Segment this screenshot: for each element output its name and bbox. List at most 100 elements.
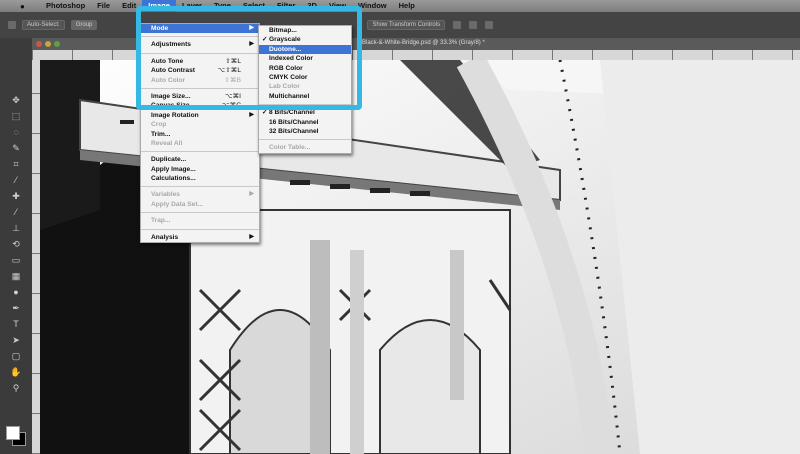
menu-item-label: Analysis (151, 233, 179, 241)
zoom-window-icon[interactable] (54, 41, 60, 47)
hand-tool-icon[interactable]: ✋ (10, 366, 22, 378)
marquee-tool-icon[interactable]: ⬚ (10, 110, 22, 122)
menu-item-auto-contrast[interactable]: Auto Contrast ⌥⇧⌘L (141, 66, 259, 75)
history-brush-tool-icon[interactable]: ⟲ (10, 238, 22, 250)
menu-layer[interactable]: Layer (176, 0, 208, 12)
menu-item-mode[interactable]: Mode ▶ (141, 24, 259, 34)
menu-view[interactable]: View (323, 0, 352, 12)
menu-item-label: Apply Image... (151, 165, 196, 173)
menu-item-16-bits-channel[interactable]: 16 Bits/Channel (259, 118, 351, 127)
menu-image[interactable]: Image (142, 0, 176, 12)
dodge-tool-icon[interactable]: ● (10, 286, 22, 298)
menu-item-crop: Crop (141, 120, 259, 129)
quick-select-tool-icon[interactable]: ✎ (10, 142, 22, 154)
menu-item-analysis[interactable]: Analysis ▶ (141, 233, 259, 242)
menu-separator (141, 151, 259, 153)
menu-item-label: Duotone... (269, 45, 302, 53)
shortcut-label: ⇧⌘B (224, 76, 241, 84)
menu-item-duotone[interactable]: Duotone... (259, 44, 351, 55)
menu-window[interactable]: Window (352, 0, 393, 12)
menu-item-label: Adjustments (151, 41, 191, 49)
menu-separator (259, 104, 351, 106)
menu-item-cmyk-color[interactable]: CMYK Color (259, 73, 351, 82)
transform-controls-checkbox[interactable]: Show Transform Controls (367, 20, 446, 30)
menu-item-label: Image Size... (151, 92, 191, 100)
type-tool-icon[interactable]: T (10, 318, 22, 330)
menu-3d[interactable]: 3D (301, 0, 323, 12)
menu-item-label: Canvas Size... (151, 102, 195, 110)
zoom-tool-icon[interactable]: ⚲ (10, 382, 22, 394)
foreground-color-swatch[interactable] (6, 426, 20, 440)
menu-bar: ● Photoshop File Edit Image Layer Type S… (0, 0, 800, 12)
options-bar: Auto-Select: Group Show Transform Contro… (0, 12, 800, 39)
menu-filter[interactable]: Filter (271, 0, 301, 12)
menu-item-duplicate[interactable]: Duplicate... (141, 155, 259, 164)
stamp-tool-icon[interactable]: ⊥ (10, 222, 22, 234)
menu-item-indexed-color[interactable]: Indexed Color (259, 54, 351, 63)
menu-item-label: Multichannel (269, 92, 310, 100)
menu-item-rgb-color[interactable]: RGB Color (259, 64, 351, 73)
menu-item-image-size[interactable]: Image Size... ⌥⌘I (141, 92, 259, 101)
menu-item-label: RGB Color (269, 64, 303, 72)
menu-type[interactable]: Type (208, 0, 237, 12)
menu-photoshop[interactable]: Photoshop (40, 0, 91, 12)
menu-item-trim[interactable]: Trim... (141, 130, 259, 139)
menu-item-label: CMYK Color (269, 73, 308, 81)
menu-item-label: Crop (151, 121, 167, 129)
submenu-arrow-icon: ▶ (249, 111, 254, 118)
menu-item-grayscale[interactable]: ✓ Grayscale (259, 35, 351, 44)
shape-tool-icon[interactable]: ▢ (10, 350, 22, 362)
shortcut-label: ⇧⌘L (225, 57, 241, 65)
lasso-tool-icon[interactable]: ◌ (10, 126, 22, 138)
layer-select-dropdown[interactable]: Group (70, 20, 98, 30)
menu-item-lab-color: Lab Color (259, 82, 351, 91)
pen-tool-icon[interactable]: ✒ (10, 302, 22, 314)
menu-separator (141, 52, 259, 54)
menu-item-adjustments[interactable]: Adjustments ▶ (141, 40, 259, 49)
submenu-arrow-icon: ▶ (249, 191, 254, 198)
eyedropper-tool-icon[interactable]: ⁄ (10, 174, 22, 186)
3d-mode-icon[interactable] (485, 21, 494, 29)
document-title: Black-&-White-Bridge.psd @ 33.3% (Gray/8… (362, 40, 485, 46)
menu-item-label: Trim... (151, 130, 171, 138)
healing-tool-icon[interactable]: ✚ (10, 190, 22, 202)
path-select-tool-icon[interactable]: ➤ (10, 334, 22, 346)
menu-file[interactable]: File (91, 0, 116, 12)
menu-item-apply-image[interactable]: Apply Image... (141, 165, 259, 174)
submenu-arrow-icon: ▶ (249, 233, 254, 240)
menu-item-variables: Variables ▶ (141, 190, 259, 199)
menu-item-32-bits-channel[interactable]: 32 Bits/Channel (259, 127, 351, 136)
menu-item-image-rotation[interactable]: Image Rotation ▶ (141, 111, 259, 120)
eraser-tool-icon[interactable]: ▭ (10, 254, 22, 266)
menu-item-calculations[interactable]: Calculations... (141, 174, 259, 183)
auto-select-checkbox[interactable]: Auto-Select: (22, 20, 65, 30)
apple-icon[interactable]: ● (20, 2, 30, 11)
menu-item-label: Grayscale (269, 36, 301, 44)
menu-item-label: Mode (151, 25, 169, 32)
brush-tool-icon[interactable]: ⁄ (10, 206, 22, 218)
menu-item-auto-tone[interactable]: Auto Tone ⇧⌘L (141, 57, 259, 66)
menu-help[interactable]: Help (393, 0, 421, 12)
move-tool-icon[interactable]: ✥ (10, 94, 22, 106)
menu-item-8-bits-channel[interactable]: ✓ 8 Bits/Channel (259, 108, 351, 117)
menu-item-bitmap[interactable]: Bitmap... (259, 26, 351, 35)
menu-select[interactable]: Select (237, 0, 271, 12)
menu-item-label: 16 Bits/Channel (269, 118, 319, 126)
menu-edit[interactable]: Edit (116, 0, 142, 12)
minimize-window-icon[interactable] (45, 41, 51, 47)
gradient-tool-icon[interactable]: ▦ (10, 270, 22, 282)
align-icon[interactable] (453, 21, 462, 29)
menu-item-reveal-all: Reveal All (141, 139, 259, 148)
move-tool-icon[interactable] (8, 21, 16, 29)
menu-item-auto-color: Auto Color ⇧⌘B (141, 76, 259, 85)
menu-item-label: Image Rotation (151, 111, 199, 119)
close-window-icon[interactable] (36, 41, 42, 47)
menu-item-canvas-size[interactable]: Canvas Size... ⌥⌘C (141, 101, 259, 110)
shortcut-label: ⌥⌘I (224, 92, 241, 100)
menu-item-multichannel[interactable]: Multichannel (259, 92, 351, 101)
checkmark-icon: ✓ (262, 109, 268, 117)
menu-item-label: Reveal All (151, 139, 183, 147)
menu-item-label: 32 Bits/Channel (269, 127, 319, 135)
distribute-icon[interactable] (469, 21, 478, 29)
crop-tool-icon[interactable]: ⌗ (10, 158, 22, 170)
